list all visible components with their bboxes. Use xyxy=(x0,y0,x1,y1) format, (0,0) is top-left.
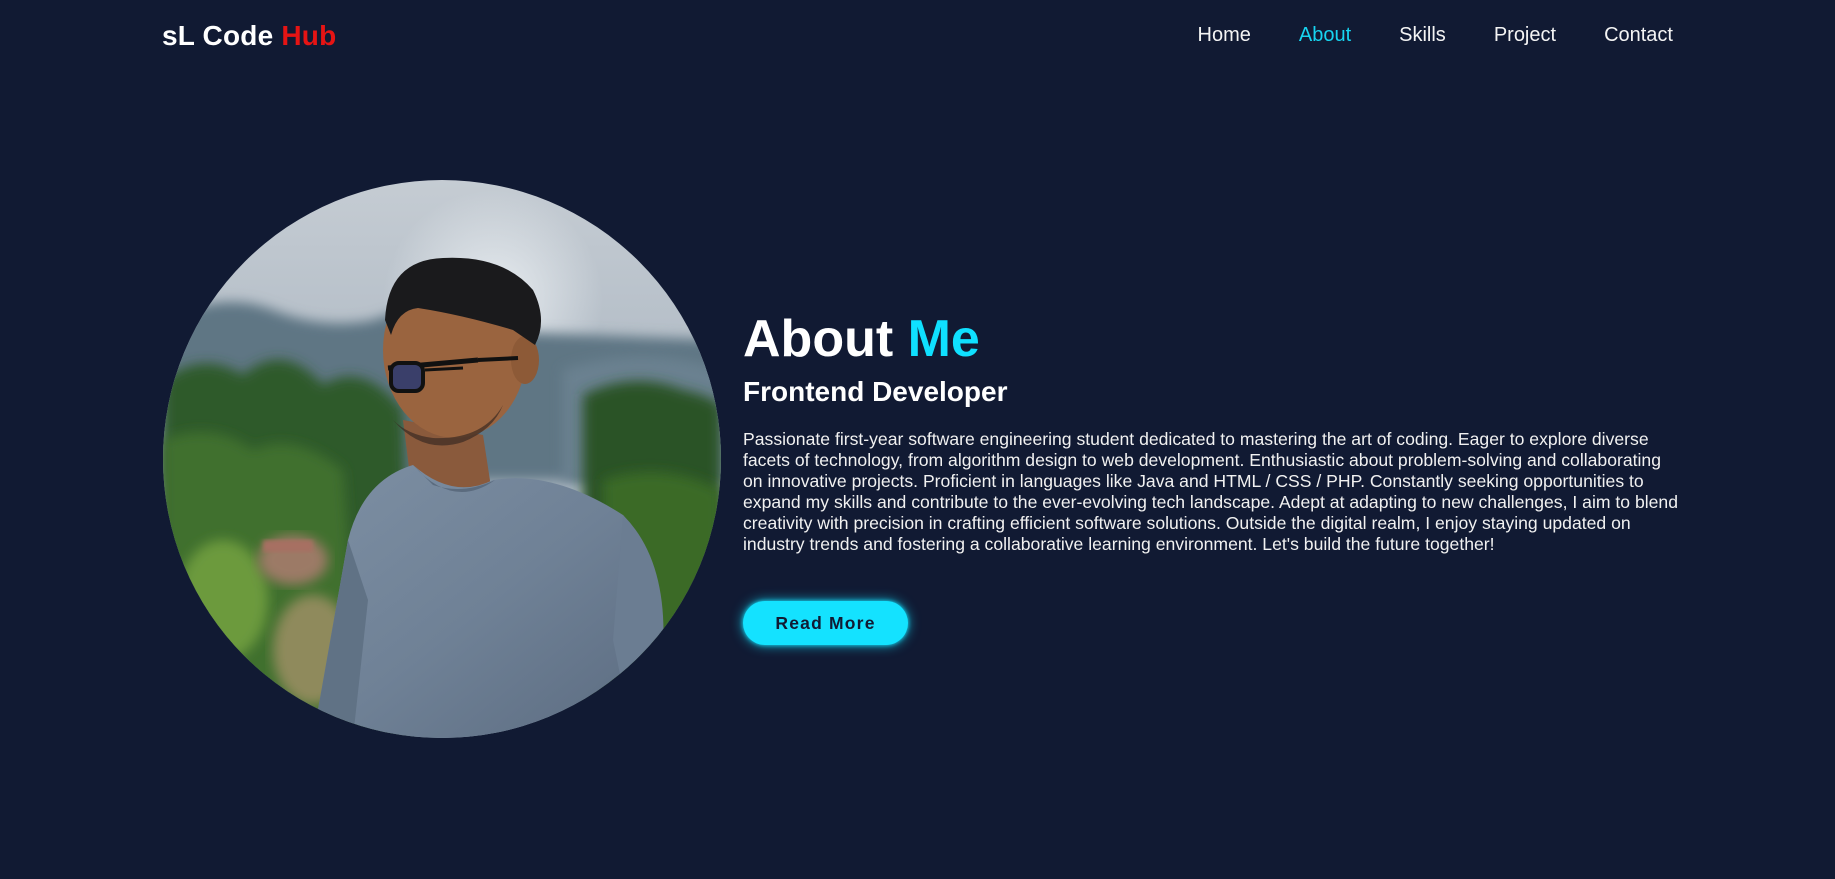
read-more-button[interactable]: Read More xyxy=(743,601,908,645)
logo-text: sL Code xyxy=(162,20,282,51)
logo-accent-text: Hub xyxy=(281,20,337,51)
main-nav: Home About Skills Project Contact xyxy=(1150,24,1673,47)
nav-contact[interactable]: Contact xyxy=(1604,24,1673,47)
nav-about[interactable]: About xyxy=(1299,24,1351,47)
about-title: About Me xyxy=(743,308,1673,370)
nav-project[interactable]: Project xyxy=(1494,24,1556,47)
nav-skills[interactable]: Skills xyxy=(1399,24,1446,47)
nav-home[interactable]: Home xyxy=(1198,24,1251,47)
profile-photo xyxy=(163,180,721,738)
about-subtitle: Frontend Developer xyxy=(743,376,1008,407)
about-title-main: About xyxy=(743,310,908,368)
profile-photo-illustration xyxy=(163,180,721,738)
about-section: About Me Frontend Developer Passionate f… xyxy=(743,308,1678,645)
about-title-accent: Me xyxy=(907,310,980,368)
about-description: Passionate first-year software engineeri… xyxy=(743,429,1679,554)
site-header: sL Code Hub Home About Skills Project Co… xyxy=(0,0,1835,74)
site-logo[interactable]: sL Code Hub xyxy=(162,20,336,52)
